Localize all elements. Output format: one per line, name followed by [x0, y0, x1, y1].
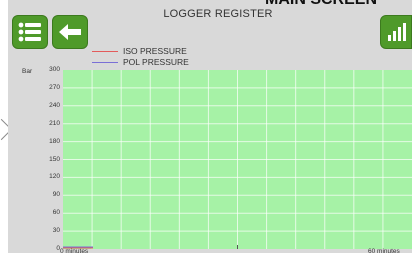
x-tick-start: 0 minutes: [60, 248, 89, 255]
y-tick-label: 90: [52, 191, 60, 199]
menu-button[interactable]: [12, 15, 48, 49]
legend-item-pol: POL PRESSURE: [92, 57, 189, 67]
page-title: LOGGER REGISTER: [163, 8, 273, 20]
y-tick-label: 30: [52, 227, 60, 235]
y-tick-label: 240: [49, 101, 60, 109]
back-button[interactable]: [52, 15, 88, 49]
y-tick-label: 270: [49, 83, 60, 91]
legend-swatch-pol: [92, 61, 118, 63]
y-tick-label: 150: [49, 155, 60, 163]
y-tick-label: 180: [49, 137, 60, 145]
chart-plot-area[interactable]: [63, 70, 412, 249]
legend-label-iso: ISO PRESSURE: [123, 46, 187, 56]
y-tick-label: 0: [56, 245, 60, 252]
y-tick-label: 210: [49, 119, 60, 127]
legend-swatch-iso: [92, 50, 118, 52]
list-icon: [18, 22, 41, 42]
arrow-left-icon: [59, 24, 81, 40]
chart-grid: [63, 70, 412, 249]
legend-label-pol: POL PRESSURE: [123, 57, 189, 67]
y-tick-label: 60: [52, 209, 60, 217]
y-tick-label: 300: [49, 66, 60, 73]
x-tick-end: 60 minutes: [368, 248, 400, 255]
legend-item-iso: ISO PRESSURE: [92, 46, 187, 56]
signal-bars-icon: [388, 23, 406, 41]
signal-button[interactable]: [380, 15, 412, 49]
y-tick-label: 120: [49, 173, 60, 181]
